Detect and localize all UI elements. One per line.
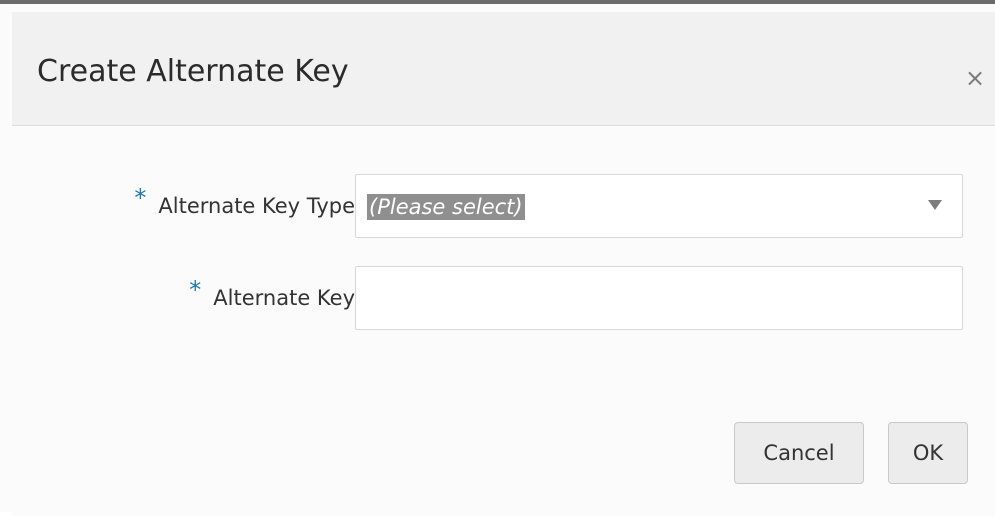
close-icon[interactable]: × [963,66,987,90]
dialog-header: Create Alternate Key × [12,12,995,126]
chevron-down-icon[interactable] [928,200,942,210]
dialog-title: Create Alternate Key [37,54,349,89]
alternate-key-type-select[interactable]: (Please select) [355,174,963,238]
alternate-key-type-selected-value: (Please select) [367,194,525,220]
alternate-key-type-label: Alternate Key Type [158,194,355,218]
required-indicator: * [134,184,147,212]
alternate-key-row: * Alternate Key [12,266,995,330]
alternate-key-field[interactable] [355,266,963,330]
ok-button[interactable]: OK [888,422,968,484]
alternate-key-label-group: * Alternate Key [189,266,355,330]
alternate-key-label: Alternate Key [213,286,355,310]
alternate-key-input[interactable] [356,267,962,329]
create-alternate-key-dialog: Create Alternate Key × * Alternate Key T… [0,0,995,516]
cancel-button[interactable]: Cancel [734,422,864,484]
alternate-key-type-row: * Alternate Key Type (Please select) [12,174,995,238]
dialog-body: * Alternate Key Type (Please select) * A… [12,126,995,516]
alternate-key-type-label-group: * Alternate Key Type [134,174,355,238]
required-indicator: * [189,276,202,304]
